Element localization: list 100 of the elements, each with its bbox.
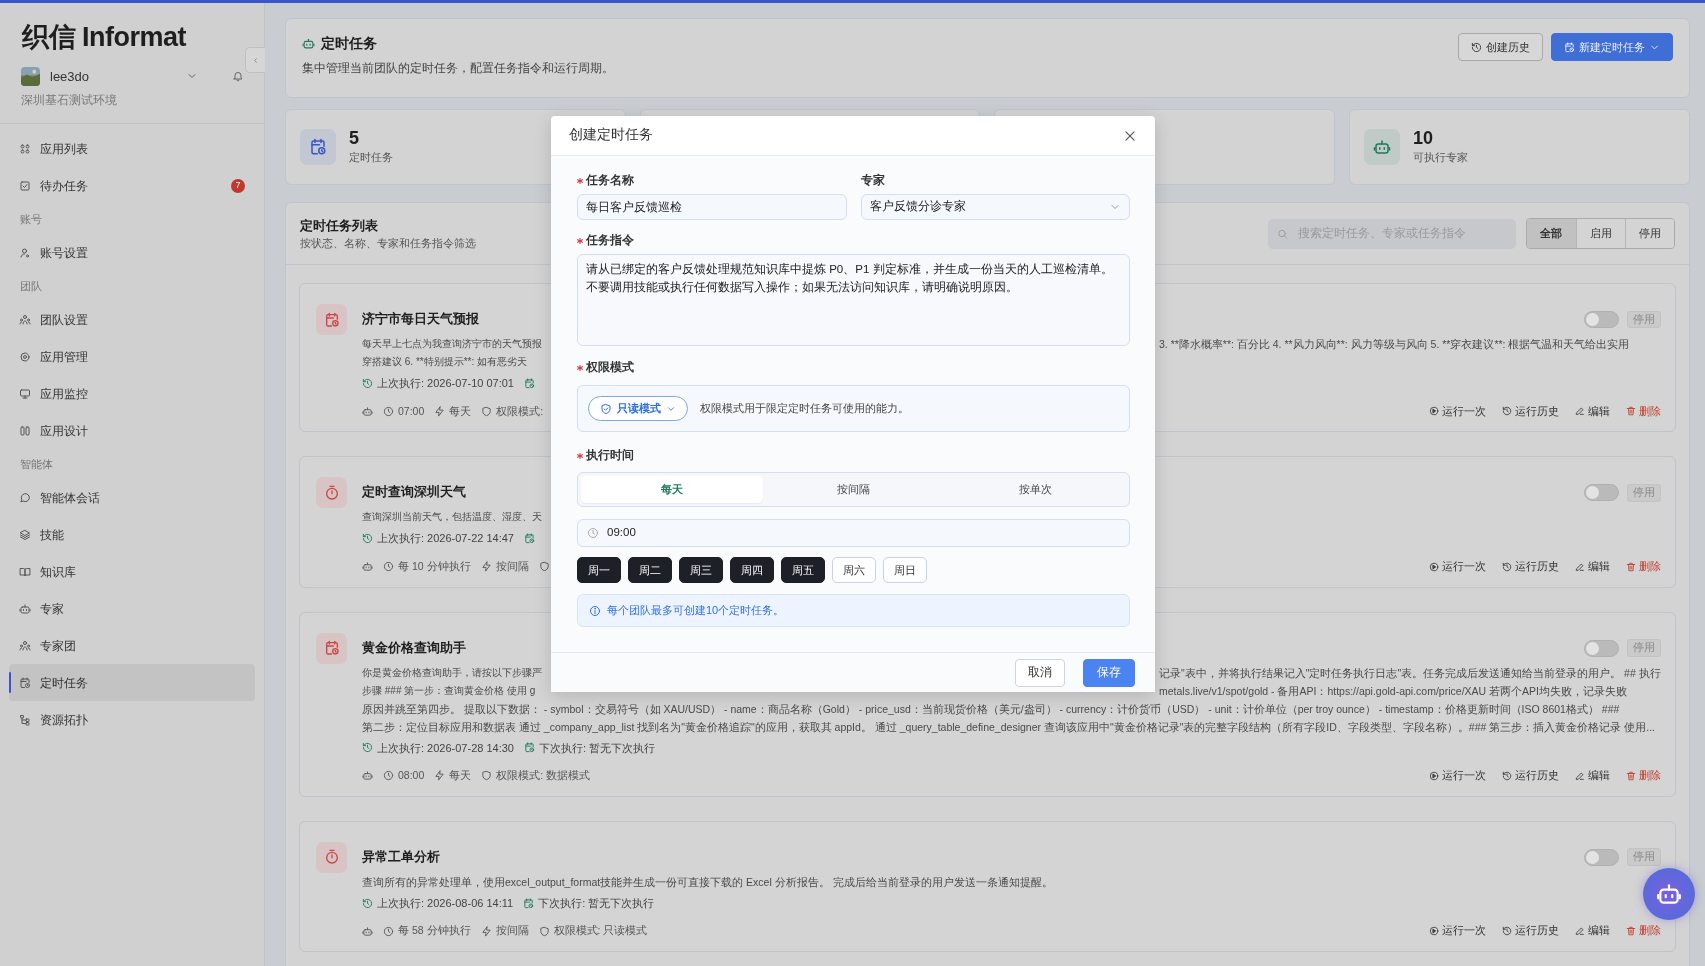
shield-icon [481, 405, 493, 417]
history-button[interactable]: 运行历史 [1501, 923, 1559, 939]
sidebar-item[interactable]: 专家 [9, 590, 255, 628]
task-description: 每天早上七点为我查询济宁市的天气预报 [362, 337, 543, 351]
field-label: 执行时间 [586, 448, 634, 464]
sidebar-item[interactable]: 应用设计 [9, 412, 255, 450]
sidebar-item[interactable]: 应用监控 [9, 375, 255, 413]
team-icon [19, 639, 31, 652]
close-button[interactable] [1123, 128, 1137, 143]
history-icon [362, 897, 373, 909]
run-button[interactable]: 运行一次 [1428, 403, 1486, 420]
delete-button[interactable]: 删除 [1625, 403, 1661, 420]
task-description: 第二步：定位目标应用和数据表 通过 _company_app_list 找到名为"黄金价格追踪"的应用，获取其 appId。 通过 _query_table_define_designer 查询该应用中"黄金价格记录"表的完整字段结构（所有字段ID、字段类型、字段名称）。### 第三步：插入黄金价格记录 使用... [362, 719, 1655, 735]
weekday-toggle[interactable]: 周一 [577, 557, 621, 583]
sidebar-item[interactable]: 智能体会话 [9, 479, 255, 517]
history-button[interactable]: 运行历史 [1501, 558, 1559, 575]
sidebar-item[interactable]: 待办任务 7 [9, 167, 255, 205]
hierarchy-icon [19, 713, 31, 726]
dialog-title: 创建定时任务 [569, 126, 653, 145]
toggle-switch[interactable] [1583, 848, 1619, 866]
calendar-icon [523, 897, 535, 909]
delete-button[interactable]: 删除 [1625, 768, 1661, 784]
weekday-toggle[interactable]: 周六 [832, 557, 876, 583]
section-label: 团队 [19, 279, 43, 295]
section-label: 智能体 [19, 457, 54, 473]
new-task-button[interactable]: 新建定时任务 [1550, 33, 1673, 61]
task-description: 记录"表中，并将执行结果记入"定时任务执行日志"表。任务完成后发送通知给当前登录的用户。 ## 执行 [1159, 665, 1661, 681]
schedule-tab[interactable]: 按单次 [944, 476, 1126, 503]
frequency-text: 按间隔 [495, 923, 529, 939]
shield-icon [538, 561, 550, 573]
edit-button[interactable]: 编辑 [1574, 923, 1610, 939]
history-button[interactable]: 运行历史 [1501, 768, 1559, 784]
run-button[interactable]: 运行一次 [1428, 923, 1486, 939]
delete-button[interactable]: 删除 [1625, 558, 1661, 575]
expert-select[interactable]: 客户反馈分诊专家 [860, 194, 1130, 220]
history-icon [362, 742, 373, 754]
weekday-toggle[interactable]: 周三 [679, 557, 723, 583]
task-description: 查询深圳当前天气，包括温度、湿度、天 [362, 510, 543, 525]
schedule-tab[interactable]: 每天 [581, 476, 763, 503]
filter-tab[interactable]: 全部 [1526, 219, 1576, 248]
stat-value: 5 [349, 128, 360, 149]
team-icon [19, 313, 31, 326]
history-button[interactable]: 运行历史 [1501, 403, 1559, 420]
robot-icon [362, 770, 373, 782]
sidebar-item[interactable]: 技能 [9, 516, 255, 554]
field-label: 任务名称 [586, 173, 634, 189]
cancel-button[interactable]: 取消 [1015, 658, 1065, 687]
task-name-field[interactable]: 每日客户反馈巡检 [577, 194, 847, 220]
sidebar-item[interactable]: 应用列表 [9, 130, 255, 168]
list-description: 按状态、名称、专家和任务指令筛选 [300, 236, 476, 251]
avatar[interactable] [21, 66, 40, 86]
toggle-switch[interactable] [1583, 484, 1619, 502]
weekday-toggle[interactable]: 周二 [628, 557, 672, 583]
clock-icon [383, 405, 394, 417]
edit-button[interactable]: 编辑 [1574, 558, 1610, 575]
permission-text: 权限模式: [496, 403, 544, 419]
robot-icon [19, 602, 31, 615]
stat-label: 定时任务 [349, 149, 393, 165]
toggle-switch[interactable] [1583, 639, 1619, 657]
calendar-clock-icon [19, 676, 31, 689]
save-button[interactable]: 保存 [1083, 658, 1135, 687]
filter-tab[interactable]: 停用 [1624, 219, 1674, 248]
collapse-sidebar-button[interactable] [245, 47, 265, 73]
schedule-tab[interactable]: 按间隔 [762, 476, 945, 503]
sidebar-item[interactable]: 应用管理 [9, 338, 255, 376]
list-title: 定时任务列表 [300, 216, 379, 235]
sidebar-item[interactable]: 知识库 [9, 553, 255, 591]
logo: 织信 Informat [20, 21, 188, 53]
section-label: 账号 [19, 212, 43, 228]
sidebar-item[interactable]: 账号设置 [9, 234, 255, 272]
schedule-text: 08:00 [398, 768, 425, 783]
run-button[interactable]: 运行一次 [1428, 558, 1486, 575]
stat-value: 10 [1413, 128, 1435, 149]
weekday-toggle[interactable]: 周四 [730, 557, 774, 583]
instruction-field[interactable]: 请从已绑定的客户反馈处理规范知识库中提炼 P0、P1 判定标准，并生成一份当天的人工巡检清单。不要调用技能或执行任何数据写入操作；如果无法访问知识库，请明确说明原因。 [577, 254, 1130, 346]
time-field[interactable]: 09:00 [577, 519, 1130, 547]
book-icon [19, 565, 31, 578]
sidebar-item[interactable]: 定时任务 [9, 664, 255, 702]
edit-button[interactable]: 编辑 [1574, 768, 1610, 784]
edit-button[interactable]: 编辑 [1574, 403, 1610, 420]
page-title: 定时任务 [321, 34, 377, 53]
delete-button[interactable]: 删除 [1625, 923, 1661, 939]
play-icon [1428, 406, 1439, 417]
trash-icon [1625, 561, 1636, 572]
weekday-toggle[interactable]: 周五 [781, 557, 825, 583]
clock-icon [383, 770, 394, 782]
permission-mode-dropdown[interactable]: 只读模式 [588, 396, 688, 421]
calendar-icon [523, 533, 535, 544]
sidebar-item[interactable]: 资源拓扑 [9, 701, 255, 739]
task-title: 济宁市每日天气预报 [362, 311, 479, 329]
task-title: 异常工单分析 [362, 848, 440, 866]
layers-icon [19, 528, 31, 541]
weekday-toggle[interactable]: 周日 [883, 557, 927, 583]
pencil-icon [1574, 770, 1585, 781]
history-button[interactable]: 创建历史 [1457, 33, 1543, 61]
sidebar-item[interactable]: 专家团 [9, 627, 255, 665]
lightning-icon [434, 770, 446, 782]
toggle-switch[interactable] [1583, 311, 1619, 328]
sidebar-item[interactable]: 团队设置 [9, 301, 255, 339]
run-button[interactable]: 运行一次 [1428, 768, 1486, 784]
